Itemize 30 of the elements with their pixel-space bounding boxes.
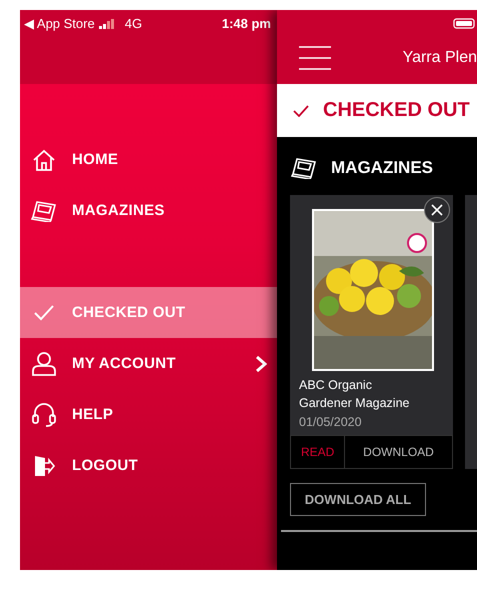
menu-button[interactable] [299,44,331,70]
signal-icon [98,18,115,28]
magazine-title: ABC Organic Gardener Magazine [298,377,410,412]
menu-item[interactable]: MY ACCOUNT [20,338,277,389]
exit-door-icon [32,454,56,478]
person-icon [31,352,57,376]
headset-icon [31,402,57,428]
download-all-button[interactable]: DOWNLOAD ALL [290,483,426,516]
status-time: 1:48 pm [222,16,271,31]
home-icon [32,148,56,172]
close-icon [431,204,443,216]
check-icon [33,304,55,322]
page-title: CHECKED OUT [323,99,470,122]
menu-item[interactable]: MAGAZINES [20,185,277,236]
menu-item[interactable]: HELP [20,389,277,440]
section-title: MAGAZINES [331,158,433,178]
back-to-app-store-link[interactable]: ◀ App Store [24,16,95,31]
download-button[interactable]: DOWNLOAD [345,436,452,468]
read-button[interactable]: READ [291,436,345,468]
menu-item[interactable]: CHECKED OUT [20,287,277,338]
check-icon [293,104,309,116]
network-type: 4G [124,16,142,31]
close-button[interactable] [424,197,450,223]
menu-item[interactable]: HOME [20,134,277,185]
magazine-icon [291,157,317,179]
header-title: Yarra Plen [402,48,477,66]
magazine-date: 01/05/2020 [298,414,363,431]
magazine-icon [31,200,57,222]
battery-icon [453,18,475,29]
menu-item[interactable]: LOGOUT [20,440,277,491]
